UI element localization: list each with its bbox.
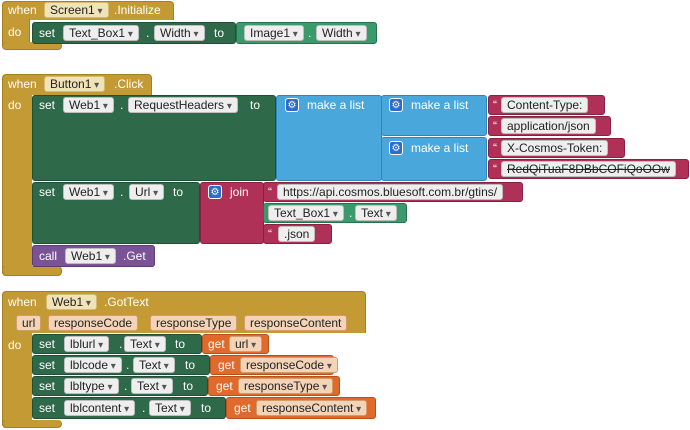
button-click-foot	[2, 266, 62, 276]
web1-dropdown[interactable]: Web1	[65, 248, 116, 264]
web1-component-dropdown[interactable]: Web1	[46, 294, 97, 310]
make-a-list-label: make a list	[411, 98, 469, 112]
got-text-foot	[2, 420, 62, 428]
to-keyword: to	[175, 337, 186, 351]
text-box1-dropdown[interactable]: Text_Box1	[268, 205, 344, 221]
text-property-dropdown[interactable]: Text	[124, 336, 166, 352]
gear-mutator-icon[interactable]: ⚙	[285, 98, 299, 112]
get-keyword: get	[234, 401, 251, 415]
url-property-dropdown[interactable]: Url	[129, 184, 165, 200]
do-keyword: do	[8, 338, 22, 352]
click-event-name: .Click	[114, 77, 144, 91]
get-method-name: .Get	[123, 249, 146, 263]
request-headers-property-dropdown[interactable]: RequestHeaders	[128, 97, 238, 113]
set-keyword: set	[39, 98, 56, 112]
lblcode-dropdown[interactable]: lblcode	[64, 357, 122, 373]
when-keyword: when	[8, 77, 37, 91]
response-content-variable-dropdown[interactable]: responseContent	[256, 400, 368, 416]
param-response-type[interactable]: responseType	[150, 315, 238, 331]
button-click-do-bar[interactable]	[2, 94, 32, 276]
width-property-dropdown[interactable]: Width	[154, 25, 205, 41]
open-quote: “	[268, 185, 272, 199]
dot-separator: .	[120, 98, 124, 112]
set-keyword: set	[39, 337, 56, 351]
to-keyword: to	[250, 98, 261, 112]
do-keyword: do	[8, 25, 22, 39]
do-keyword: do	[8, 98, 22, 112]
to-keyword: to	[185, 358, 196, 372]
get-keyword: get	[208, 337, 225, 351]
dot-separator: .	[349, 206, 353, 220]
dot-separator: .	[146, 26, 150, 40]
json-string[interactable]: .json	[278, 226, 316, 242]
to-keyword: to	[173, 185, 184, 199]
when-keyword: when	[8, 3, 37, 17]
set-keyword: set	[39, 379, 56, 393]
to-keyword: to	[183, 379, 194, 393]
dot-separator: .	[142, 401, 146, 415]
text-property-dropdown[interactable]: Text	[355, 205, 397, 221]
make-a-list-label: make a list	[411, 141, 469, 155]
url-variable-dropdown[interactable]: url	[229, 336, 263, 352]
param-response-content[interactable]: responseContent	[244, 315, 348, 331]
call-keyword: call	[39, 249, 58, 263]
application-json-string[interactable]: application/json	[501, 118, 596, 134]
set-keyword: set	[39, 358, 56, 372]
width-getter-property-dropdown[interactable]: Width	[316, 25, 367, 41]
lblcontent-dropdown[interactable]: lblcontent	[64, 400, 136, 416]
set-keyword: set	[39, 26, 56, 40]
to-keyword: to	[201, 401, 212, 415]
image1-dropdown[interactable]: Image1	[244, 25, 304, 41]
dot-separator: .	[308, 26, 312, 40]
initialize-event-name: .Initialize	[114, 3, 161, 17]
open-quote: “	[493, 98, 497, 112]
param-response-code[interactable]: responseCode	[48, 315, 139, 331]
response-type-variable-dropdown[interactable]: responseType	[238, 378, 334, 394]
when-keyword: when	[8, 295, 37, 309]
token-value-string[interactable]: RedQiTuaF8DBbCOFiQoOOw	[501, 161, 676, 177]
make-a-list-label: make a list	[307, 98, 365, 112]
gear-mutator-icon[interactable]: ⚙	[389, 141, 403, 155]
dot-separator: .	[120, 185, 124, 199]
open-quote: “	[493, 141, 497, 155]
open-quote: “	[493, 162, 497, 176]
response-code-variable-dropdown[interactable]: responseCode	[240, 357, 338, 373]
content-type-string[interactable]: Content-Type:	[501, 97, 589, 113]
lblurl-dropdown[interactable]: lblurl	[64, 336, 110, 352]
text-property-dropdown[interactable]: Text	[133, 357, 175, 373]
set-lbltype-block[interactable]	[32, 376, 208, 396]
set-keyword: set	[39, 401, 56, 415]
get-keyword: get	[218, 358, 235, 372]
join-label: join	[230, 185, 249, 199]
open-quote: “	[268, 227, 272, 241]
set-keyword: set	[39, 185, 56, 199]
text-property-dropdown[interactable]: Text	[149, 400, 191, 416]
gear-mutator-icon[interactable]: ⚙	[208, 185, 222, 199]
open-quote: “	[493, 119, 497, 133]
gear-mutator-icon[interactable]: ⚙	[389, 98, 403, 112]
lbltype-dropdown[interactable]: lbltype	[64, 378, 119, 394]
button1-component-dropdown[interactable]: Button1	[44, 76, 106, 92]
got-text-event-name: .GotText	[104, 295, 149, 309]
to-keyword: to	[214, 26, 225, 40]
url-string[interactable]: https://api.cosmos.bluesoft.com.br/gtins…	[277, 184, 504, 200]
dot-separator: .	[124, 379, 128, 393]
x-cosmos-token-string[interactable]: X-Cosmos-Token:	[501, 140, 609, 156]
web1-dropdown[interactable]: Web1	[63, 97, 114, 113]
web1-dropdown[interactable]: Web1	[63, 184, 114, 200]
get-keyword: get	[216, 379, 233, 393]
text-property-dropdown[interactable]: Text	[131, 378, 173, 394]
screen1-component-dropdown[interactable]: Screen1	[44, 2, 109, 18]
dot-separator: .	[126, 358, 130, 372]
dot-separator: .	[119, 337, 123, 351]
text-box1-dropdown[interactable]: Text_Box1	[63, 25, 139, 41]
param-url[interactable]: url	[16, 315, 42, 331]
